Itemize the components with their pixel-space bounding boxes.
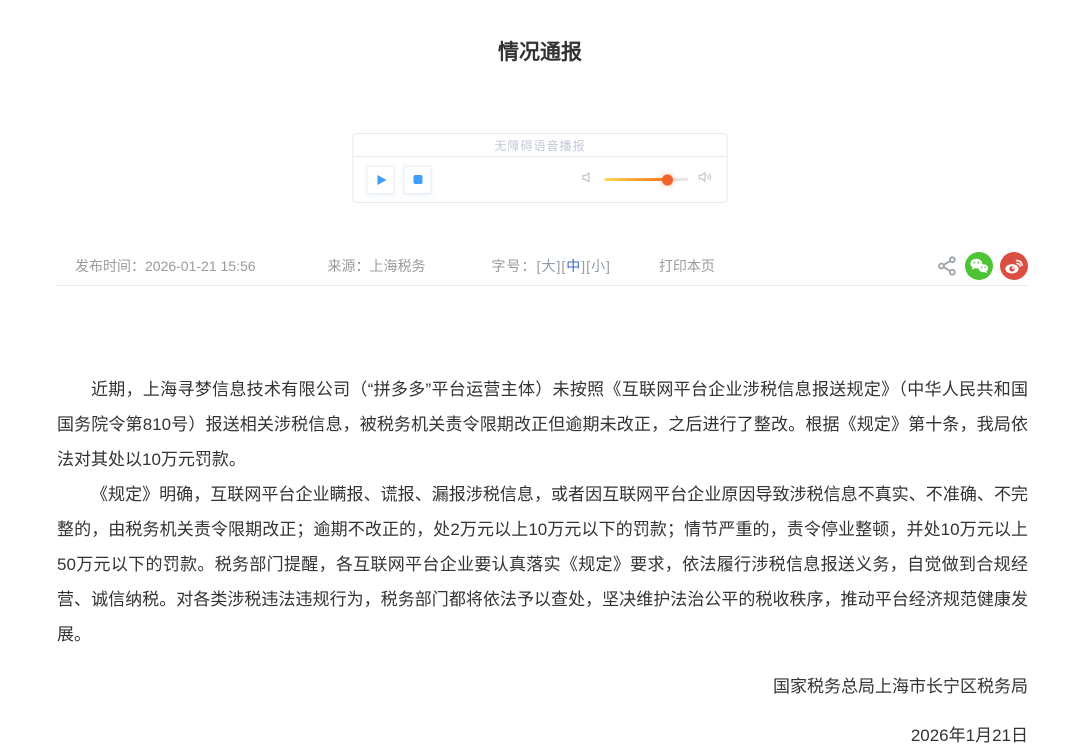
- bracket: ]: [606, 258, 611, 274]
- source-value: 上海税务: [370, 258, 426, 274]
- font-size-small[interactable]: 小: [591, 258, 606, 274]
- font-size-large[interactable]: 大: [541, 258, 556, 274]
- article-paragraph-2: 《规定》明确，互联网平台企业瞒报、谎报、漏报涉税信息，或者因互联网平台企业原因导…: [57, 477, 1028, 652]
- audio-player: 无障碍语音播报: [353, 133, 728, 203]
- stop-icon: [413, 175, 422, 184]
- stop-button[interactable]: [404, 166, 432, 194]
- article-date: 2026年1月21日: [57, 718, 1028, 753]
- publish-time-label: 发布时间：: [75, 258, 145, 274]
- publish-time-value: 2026-01-21 15:56: [145, 258, 256, 274]
- meta-bar: 发布时间：2026-01-21 15:56 来源：上海税务 字号：[大][中][…: [55, 246, 1028, 286]
- print-page-button[interactable]: 打印本页: [659, 256, 715, 276]
- volume-slider[interactable]: [605, 178, 689, 181]
- page-title: 情况通报: [0, 36, 1080, 66]
- publish-time: 发布时间：2026-01-21 15:56: [75, 256, 256, 276]
- share-buttons: [936, 252, 1028, 280]
- font-size-switcher: 字号：[大][中][小]: [492, 256, 611, 276]
- article-body: 近期，上海寻梦信息技术有限公司（“拼多多”平台运营主体）未按照《互联网平台企业涉…: [57, 372, 1028, 753]
- volume-slider-thumb[interactable]: [662, 174, 673, 185]
- volume-slider-fill: [605, 178, 668, 181]
- article-signature: 国家税务总局上海市长宁区税务局: [57, 669, 1028, 704]
- play-icon: [377, 175, 386, 185]
- weibo-icon[interactable]: [1000, 252, 1028, 280]
- source-label: 来源：: [328, 258, 370, 274]
- speaker-volume-icon[interactable]: [698, 169, 714, 190]
- wechat-icon[interactable]: [965, 252, 993, 280]
- source: 来源：上海税务: [328, 256, 426, 276]
- font-size-medium[interactable]: 中: [566, 258, 581, 274]
- audio-player-header: 无障碍语音播报: [354, 134, 727, 157]
- font-size-label: 字号：: [492, 258, 537, 274]
- audio-player-controls: [354, 157, 727, 202]
- share-network-icon[interactable]: [936, 255, 958, 277]
- volume-control: [581, 169, 714, 190]
- speaker-mute-icon[interactable]: [581, 170, 596, 190]
- audio-player-label: 无障碍语音播报: [494, 137, 585, 154]
- play-button[interactable]: [367, 166, 395, 194]
- article-paragraph-1: 近期，上海寻梦信息技术有限公司（“拼多多”平台运营主体）未按照《互联网平台企业涉…: [57, 372, 1028, 477]
